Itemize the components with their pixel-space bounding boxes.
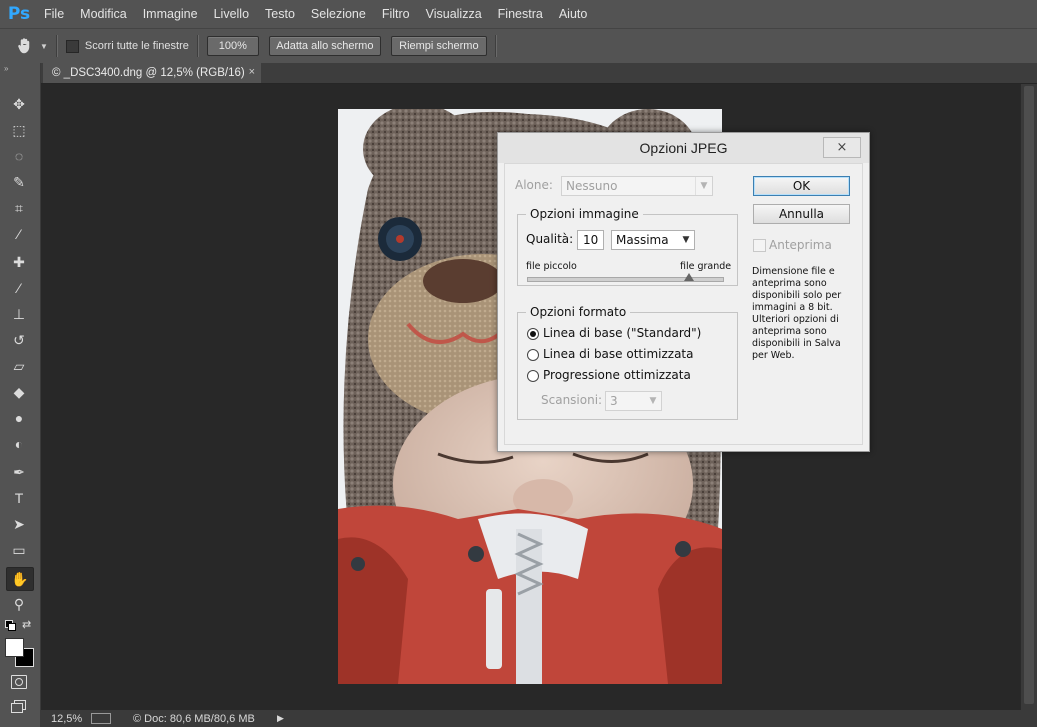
format-radio-1[interactable]	[527, 349, 539, 361]
document-tab[interactable]: © _DSC3400.dng @ 12,5% (RGB/16) ×	[43, 63, 261, 83]
crop-icon[interactable]: ⌗	[6, 197, 32, 219]
rectangle-icon[interactable]: ▭	[6, 539, 32, 561]
vertical-scrollbar[interactable]	[1020, 84, 1037, 710]
pen-icon[interactable]: ✒	[6, 461, 32, 483]
chevron-down-icon: ▼	[695, 177, 712, 195]
tool-preset-dropdown-icon[interactable]: ▼	[40, 42, 48, 51]
quality-slider-track[interactable]	[527, 277, 724, 282]
format-option-label: Linea di base ("Standard")	[543, 326, 702, 340]
zoom-level[interactable]: 12,5%	[51, 713, 89, 725]
status-bar: 12,5% © Doc: 80,6 MB/80,6 MB ▶	[41, 710, 1037, 727]
zoom-100-button[interactable]: 100%	[206, 36, 259, 56]
scroll-all-label: Scorri tutte le finestre	[84, 40, 189, 52]
jpeg-options-dialog: Opzioni JPEG × Alone: Nessuno ▼ Opzioni …	[497, 132, 870, 452]
menu-livello[interactable]: Livello	[206, 0, 257, 28]
matte-select: Nessuno ▼	[561, 176, 713, 196]
cancel-button[interactable]: Annulla	[753, 204, 850, 224]
image-options-title: Opzioni immagine	[526, 207, 643, 221]
menu-aiuto[interactable]: Aiuto	[551, 0, 596, 28]
dialog-title: Opzioni JPEG	[498, 133, 869, 163]
zoom-icon[interactable]: ⚲	[6, 593, 32, 615]
menu-selezione[interactable]: Selezione	[303, 0, 374, 28]
quality-value: 10	[583, 233, 599, 247]
dialog-body: Alone: Nessuno ▼ Opzioni immagine Qualit…	[504, 163, 863, 445]
fit-screen-button[interactable]: Adatta allo schermo	[268, 36, 381, 56]
format-radio-0[interactable]	[527, 328, 539, 340]
menu-finestra[interactable]: Finestra	[490, 0, 551, 28]
menu-bar: Ps File Modifica Immagine Livello Testo Selez…	[0, 0, 1037, 28]
large-file-label: file grande	[680, 261, 732, 272]
eraser-icon[interactable]: ▱	[6, 355, 32, 377]
options-bar: ▼ Scorri tutte le finestre 100% Adatta a…	[0, 28, 1037, 64]
menu-visualizza[interactable]: Visualizza	[418, 0, 490, 28]
status-zoom-icon[interactable]	[91, 713, 111, 724]
screen-mode-icon[interactable]	[11, 700, 26, 713]
ok-button[interactable]: OK	[753, 176, 850, 196]
document-size-info: © Doc: 80,6 MB/80,6 MB	[133, 712, 255, 725]
matte-value: Nessuno	[566, 179, 618, 193]
preview-label: Anteprima	[769, 238, 832, 252]
menu-modifica[interactable]: Modifica	[72, 0, 135, 28]
quality-preset-select[interactable]: Massima ▼	[611, 230, 695, 250]
stamp-icon[interactable]: ⊥	[6, 303, 32, 325]
blur-icon[interactable]: ●	[6, 407, 32, 429]
info-text: Dimensione file e anteprima sono disponi…	[752, 266, 842, 361]
tools-panel: » ✥ ⬚ ◌ ✎ ⌗ ⁄ ✚ ⁄ ⊥ ↺ ▱ ◆ ● ◐ ✒ T ➤ ▭ ✋ ⚲ ⇄	[0, 63, 41, 727]
history-brush-icon[interactable]: ↺	[6, 329, 32, 351]
quality-preset-value: Massima	[616, 233, 669, 247]
quality-slider-thumb[interactable]	[683, 273, 694, 281]
image-options-group: Opzioni immagine Qualità: 10 Massima ▼ f…	[517, 207, 738, 286]
default-colors-icon[interactable]	[5, 620, 16, 631]
small-file-label: file piccolo	[526, 261, 577, 272]
format-options-title: Opzioni formato	[526, 305, 631, 319]
eyedropper-icon[interactable]: ⁄	[6, 223, 32, 245]
quality-input[interactable]: 10	[577, 230, 604, 250]
menu-immagine[interactable]: Immagine	[135, 0, 206, 28]
dodge-icon[interactable]: ◐	[6, 433, 32, 455]
healing-icon[interactable]: ✚	[6, 251, 32, 273]
separator	[196, 35, 199, 57]
separator	[494, 35, 497, 57]
document-tab-title: © _DSC3400.dng @ 12,5% (RGB/16)	[52, 67, 245, 79]
scroll-all-checkbox[interactable]	[65, 39, 79, 53]
path-select-icon[interactable]: ➤	[6, 513, 32, 535]
bucket-icon[interactable]: ◆	[6, 381, 32, 403]
hand-icon[interactable]: ✋	[6, 567, 34, 591]
quick-select-icon[interactable]: ✎	[6, 171, 32, 193]
type-icon[interactable]: T	[6, 487, 32, 509]
scrollbar-thumb[interactable]	[1024, 86, 1034, 704]
chevron-down-icon: ▼	[682, 235, 690, 245]
scans-select: 3 ▼	[605, 391, 662, 411]
format-radio-2[interactable]	[527, 370, 539, 382]
marquee-icon[interactable]: ⬚	[6, 119, 32, 141]
lasso-icon[interactable]: ◌	[6, 145, 32, 167]
matte-label: Alone:	[515, 178, 553, 192]
separator	[55, 35, 58, 57]
chevron-down-icon: ▼	[649, 396, 657, 406]
fill-screen-button[interactable]: Riempi schermo	[390, 36, 487, 56]
menu-testo[interactable]: Testo	[257, 0, 303, 28]
close-tab-icon[interactable]: ×	[249, 66, 255, 78]
status-menu-arrow-icon[interactable]: ▶	[277, 713, 284, 724]
format-option-label: Linea di base ottimizzata	[543, 347, 694, 361]
scans-value: 3	[610, 394, 618, 408]
move-icon[interactable]: ✥	[6, 93, 32, 115]
format-options-group: Opzioni formato Linea di base ("Standard…	[517, 305, 738, 420]
format-option-label: Progressione ottimizzata	[543, 368, 691, 382]
scans-label: Scansioni:	[541, 393, 603, 407]
swap-colors-icon[interactable]: ⇄	[22, 618, 31, 631]
quality-label: Qualità:	[526, 232, 574, 246]
hand-icon[interactable]	[14, 35, 36, 57]
panel-collapse-icon[interactable]: »	[4, 64, 8, 73]
document-tab-bar: © _DSC3400.dng @ 12,5% (RGB/16) ×	[41, 63, 1037, 84]
photoshop-logo[interactable]: Ps	[2, 0, 36, 28]
menu-file[interactable]: File	[36, 0, 72, 28]
brush-icon[interactable]: ⁄	[6, 277, 32, 299]
dialog-close-button[interactable]: ×	[823, 137, 861, 158]
preview-checkbox	[753, 239, 766, 252]
scroll-all-windows-option[interactable]: Scorri tutte le finestre	[65, 39, 189, 53]
quick-mask-icon[interactable]	[11, 675, 27, 689]
foreground-color-swatch[interactable]	[5, 638, 24, 657]
menu-filtro[interactable]: Filtro	[374, 0, 418, 28]
